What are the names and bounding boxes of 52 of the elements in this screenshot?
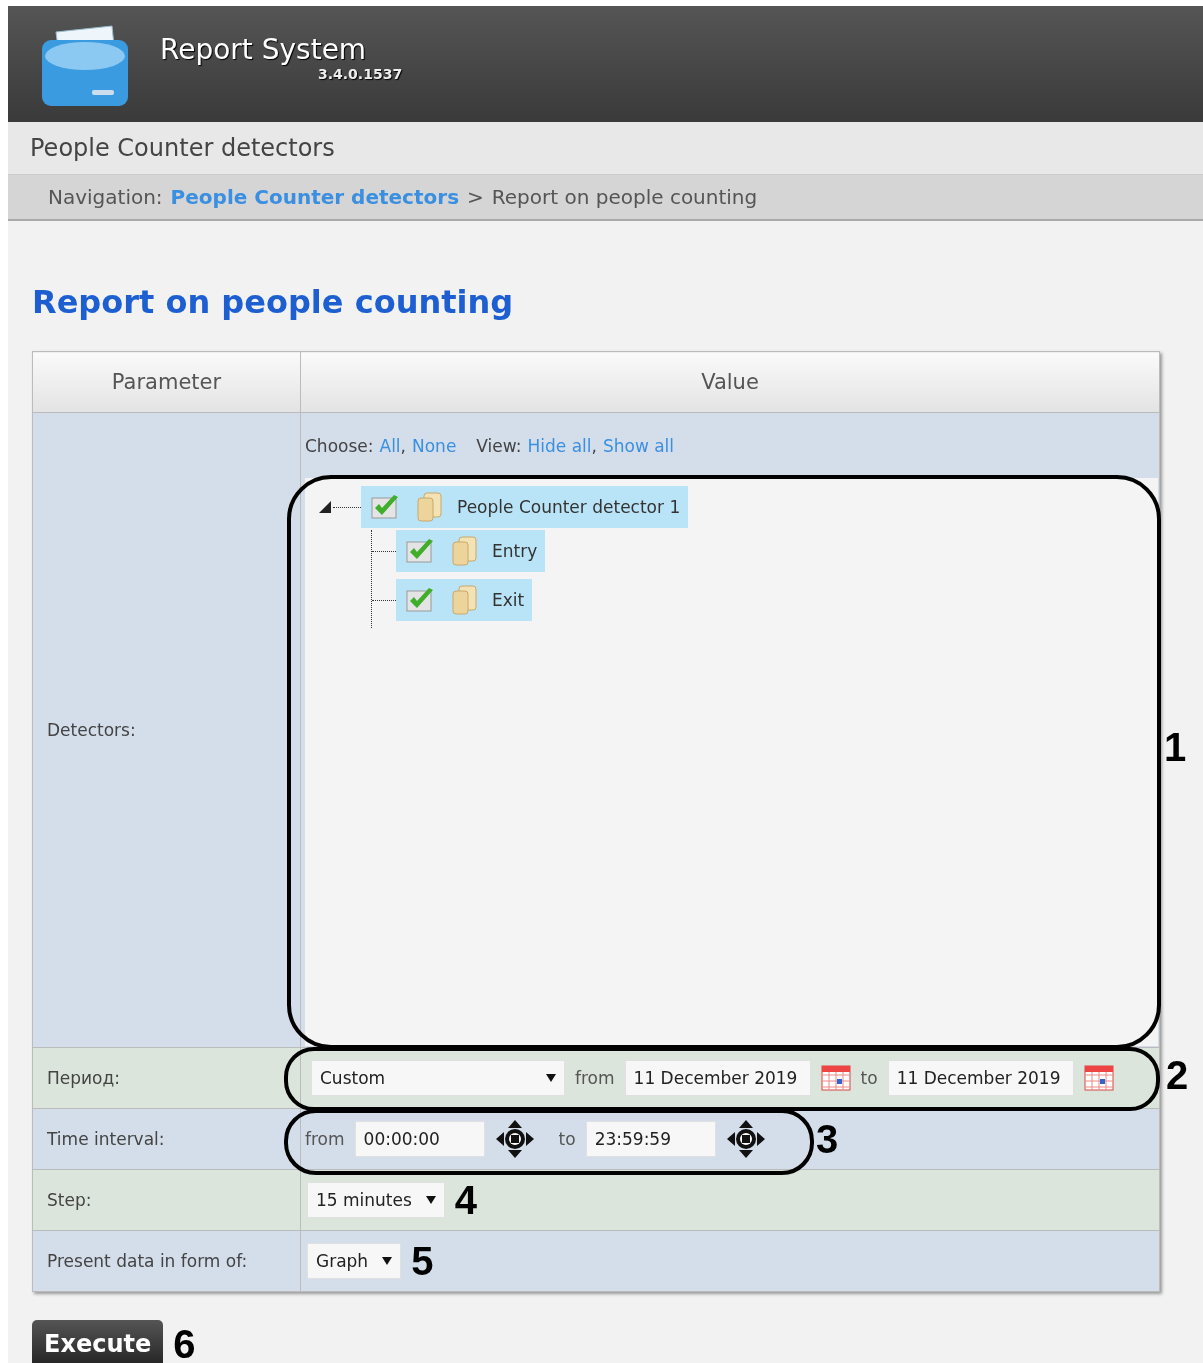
time-field[interactable]: 23:59:59	[585, 1121, 716, 1157]
date-field[interactable]: 11 December 2019	[624, 1060, 811, 1096]
choose-label: Choose:	[305, 436, 374, 456]
section-title: People Counter detectors	[30, 134, 335, 162]
link-separator: ,	[591, 436, 597, 456]
to-label: to	[558, 1129, 576, 1149]
from-label: from	[305, 1129, 345, 1149]
move-icon[interactable]	[494, 1119, 535, 1159]
execute-button[interactable]: Execute	[32, 1320, 164, 1363]
callout-number: 1	[1164, 725, 1187, 770]
expand-icon[interactable]	[317, 499, 333, 515]
version-label: 3.4.0.1537	[318, 65, 403, 82]
format-dropdown[interactable]: Graph	[307, 1243, 402, 1279]
callout-number: 2	[1166, 1053, 1189, 1098]
checkbox[interactable]	[406, 586, 436, 614]
to-label: to	[860, 1068, 878, 1088]
checkbox[interactable]	[406, 537, 436, 565]
parameter-label: Период:	[32, 1047, 301, 1109]
parameter-label: Time interval:	[32, 1108, 301, 1170]
callout-number: 5	[411, 1241, 434, 1281]
app-title: Report System	[160, 32, 367, 66]
time-field[interactable]: 00:00:00	[354, 1121, 485, 1157]
documents-icon	[415, 492, 443, 522]
from-label: from	[575, 1068, 615, 1088]
callout-number: 6	[173, 1321, 196, 1363]
callout-number: 4	[454, 1180, 478, 1220]
column-header: Value	[300, 351, 1160, 413]
callout-number: 3	[816, 1117, 839, 1162]
period-dropdown[interactable]: Custom	[311, 1060, 565, 1096]
calendar-icon[interactable]	[1083, 1065, 1114, 1091]
tree-item-label[interactable]: Entry	[492, 541, 538, 561]
step-dropdown[interactable]: 15 minutes	[307, 1182, 445, 1218]
page-heading: Report on people counting	[31, 282, 515, 323]
breadcrumb-label: Navigation:	[48, 185, 163, 209]
documents-icon	[450, 585, 478, 615]
link-separator: ,	[400, 436, 406, 456]
date-field[interactable]: 11 December 2019	[887, 1060, 1074, 1096]
parameter-label: Detectors:	[32, 412, 301, 1048]
move-icon[interactable]	[725, 1119, 766, 1159]
calendar-icon[interactable]	[820, 1065, 851, 1091]
checkbox[interactable]	[371, 493, 401, 521]
column-header: Parameter	[32, 351, 301, 413]
breadcrumb-separator: >	[467, 185, 484, 209]
view-label: View:	[476, 436, 522, 456]
caret-icon	[425, 1195, 436, 1205]
caret-icon	[382, 1256, 393, 1266]
breadcrumb-current: Report on people counting	[491, 185, 758, 209]
tree-item-label[interactable]: Exit	[492, 590, 525, 610]
caret-icon	[546, 1073, 556, 1083]
parameter-label: Step:	[32, 1169, 301, 1231]
documents-icon	[450, 536, 478, 566]
parameter-label: Present data in form of:	[32, 1230, 301, 1292]
